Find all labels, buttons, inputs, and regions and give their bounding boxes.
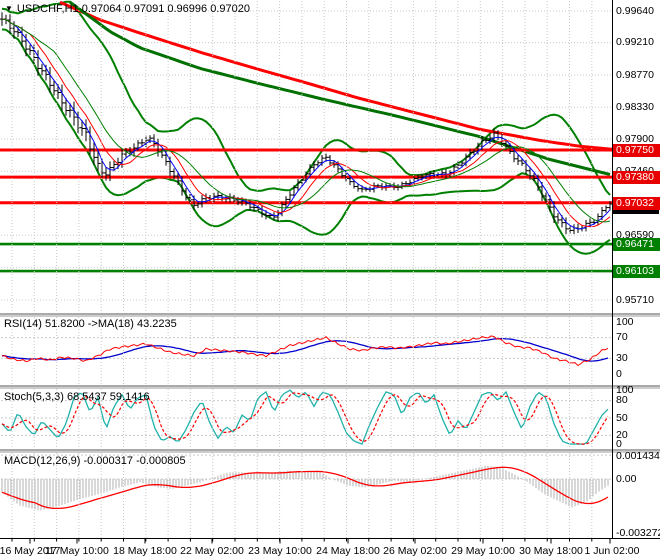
macd-axis-label: 0.00 bbox=[616, 474, 636, 485]
time-axis-label: 18 May 18:00 bbox=[107, 545, 183, 557]
price-level-badge: 0.96103 bbox=[613, 265, 660, 278]
price-axis-label: 0.99210 bbox=[616, 37, 654, 48]
stoch-axis-label: 50 bbox=[616, 413, 628, 424]
time-axis-label: 26 May 02:00 bbox=[377, 545, 453, 557]
stoch-axis-label: 80 bbox=[616, 395, 628, 406]
macd-axis-label: 0.001434 bbox=[616, 451, 660, 462]
main-price-panel[interactable] bbox=[0, 2, 660, 300]
ohlc-open: 0.97064 bbox=[82, 3, 122, 15]
symbol-arrow-icon: ▼ bbox=[5, 4, 13, 13]
rsi-indicator-label: RSI(14) 51.8200 ->MA(18) 43.2235 bbox=[4, 318, 177, 330]
rsi-panel[interactable] bbox=[1, 336, 611, 366]
price-axis-label: 0.99640 bbox=[616, 6, 654, 17]
trading-chart-window: ▼ USDCHF,H1 0.97064 0.97091 0.96996 0.970… bbox=[0, 0, 660, 560]
chart-canvas[interactable] bbox=[0, 0, 660, 560]
price-axis-label: 0.95710 bbox=[616, 295, 654, 306]
time-axis-label: 17 May 10:00 bbox=[39, 545, 115, 557]
stoch-axis-label: 0 bbox=[616, 439, 622, 450]
price-axis-label: 0.98770 bbox=[616, 70, 654, 81]
time-axis-label: 23 May 10:00 bbox=[242, 545, 318, 557]
price-level-badge: 0.97380 bbox=[613, 171, 660, 184]
price-level-badge: 0.97032 bbox=[613, 197, 660, 210]
chart-title: ▼ USDCHF,H1 0.97064 0.97091 0.96996 0.970… bbox=[5, 3, 250, 15]
stochastic-indicator-label: Stoch(5,3,3) 68.5437 59.1416 bbox=[4, 391, 150, 403]
rsi-axis-label: 100 bbox=[616, 317, 634, 328]
ohlc-close: 0.97020 bbox=[210, 3, 250, 15]
macd-indicator-label: MACD(12,26,9) -0.000317 -0.000805 bbox=[4, 455, 186, 467]
symbol-timeframe: USDCHF,H1 bbox=[17, 3, 79, 15]
time-axis-label: 22 May 02:00 bbox=[174, 545, 250, 557]
ohlc-high: 0.97091 bbox=[125, 3, 165, 15]
time-axis-label: 1 Jun 02:00 bbox=[574, 545, 650, 557]
rsi-axis-label: 70 bbox=[616, 332, 628, 343]
time-axis-label: 29 May 10:00 bbox=[445, 545, 521, 557]
price-level-badge: 0.96471 bbox=[613, 238, 660, 251]
price-level-badge: 0.97750 bbox=[613, 144, 660, 157]
price-axis-label: 0.98330 bbox=[616, 102, 654, 113]
rsi-axis-label: 0 bbox=[616, 369, 622, 380]
macd-axis-label: -0.003272 bbox=[616, 528, 660, 539]
ohlc-low: 0.96996 bbox=[167, 3, 207, 15]
time-axis-label: 24 May 18:00 bbox=[310, 545, 386, 557]
rsi-axis-label: 30 bbox=[616, 353, 628, 364]
